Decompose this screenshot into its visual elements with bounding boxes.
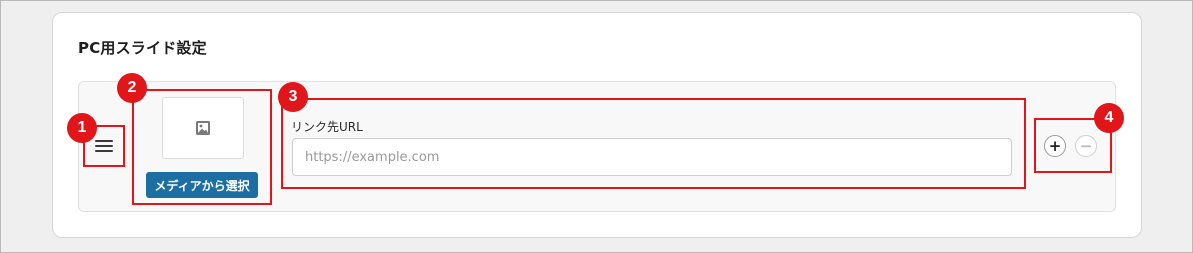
callout-badge-2: 2 [117,73,147,103]
callout-badge-4: 4 [1094,103,1124,133]
callout-badge-1: 1 [67,113,97,143]
callout-box-2 [132,89,272,205]
callout-badge-3: 3 [278,82,308,112]
panel-title: PC用スライド設定 [78,39,207,57]
callout-box-3 [281,98,1026,189]
